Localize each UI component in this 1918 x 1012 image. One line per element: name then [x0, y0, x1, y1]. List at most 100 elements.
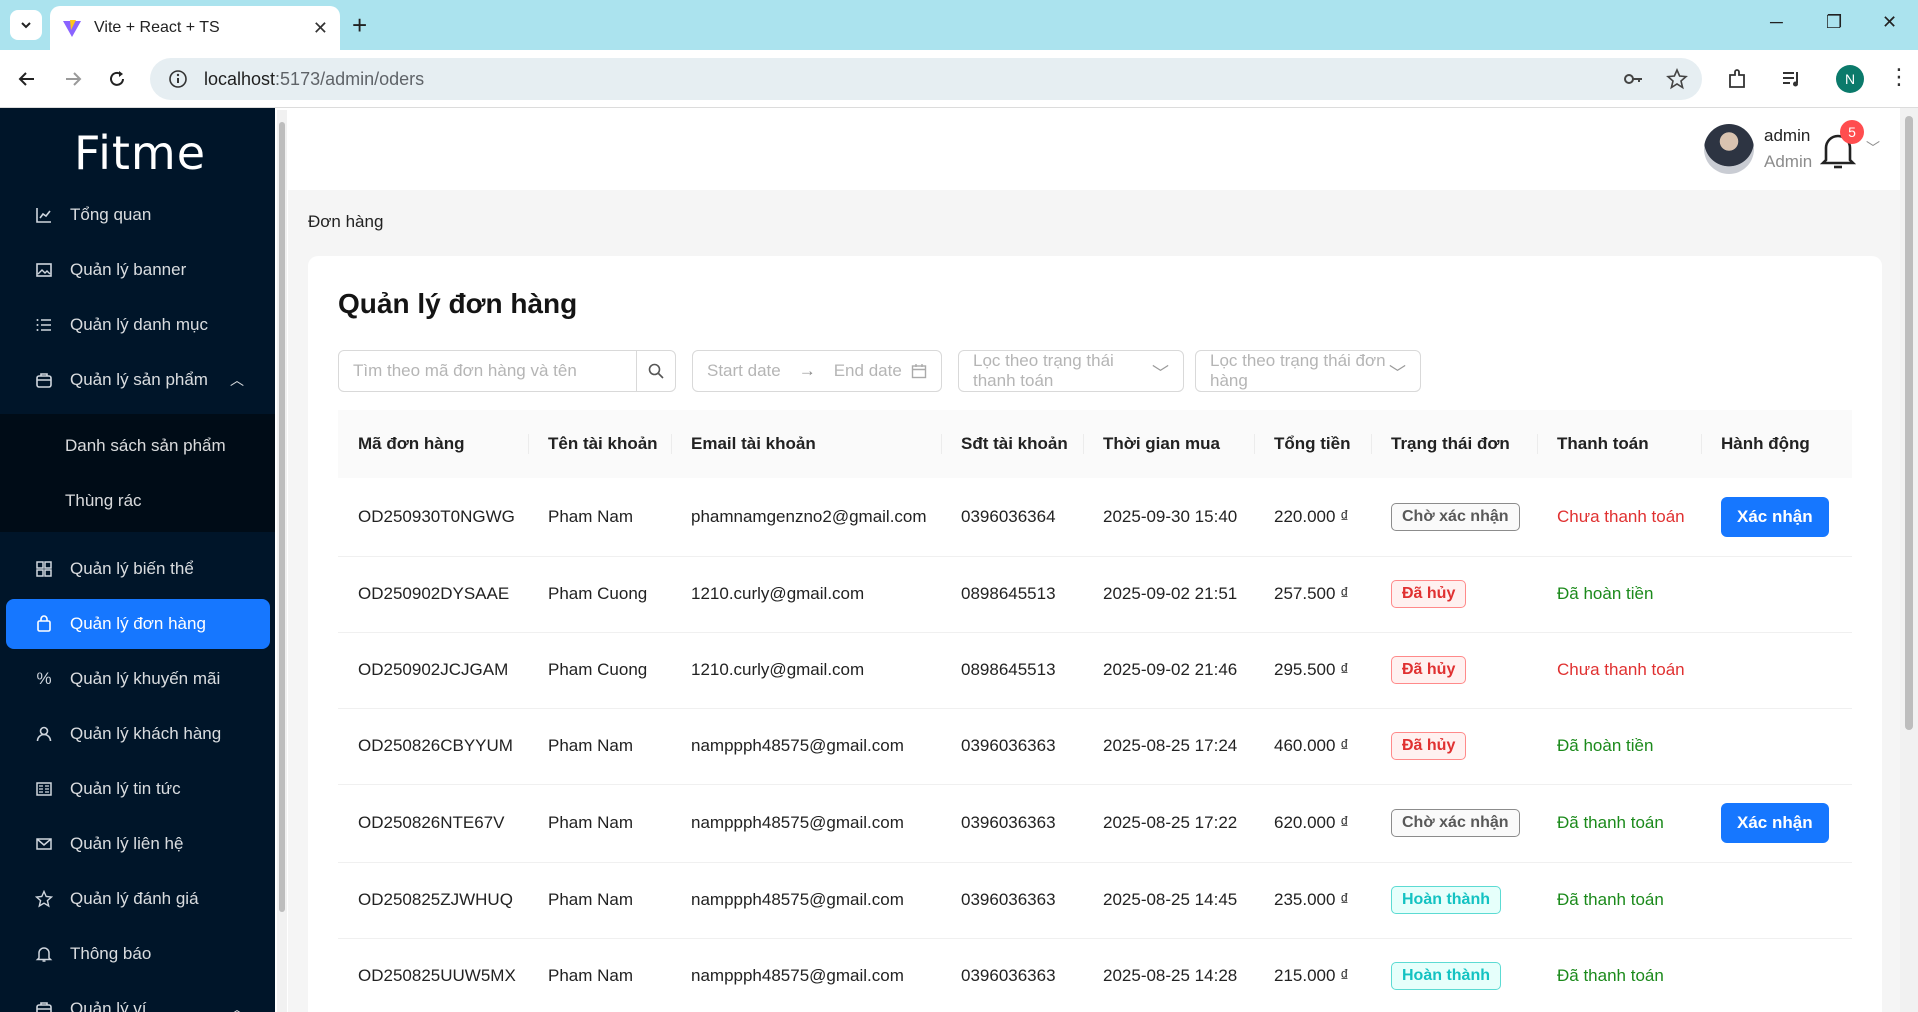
search-input[interactable]	[339, 351, 637, 391]
forward-button[interactable]	[58, 64, 88, 94]
arrow-right-icon: →	[798, 361, 816, 380]
order-status-filter[interactable]: Lọc theo trạng thái đơn hàng ﹀	[1195, 350, 1421, 392]
tab-search-button[interactable]	[10, 10, 42, 40]
app-logo[interactable]: Fitme	[74, 126, 206, 180]
sidebar-item-categories[interactable]: Quản lý danh mục	[6, 300, 270, 350]
chevron-up-icon: ︿	[230, 1001, 244, 1012]
account-phone: 0396036363	[941, 784, 1083, 863]
media-control-icon[interactable]	[1780, 67, 1804, 91]
start-date-input[interactable]: Start date	[707, 361, 781, 381]
payment-status-placeholder: Lọc theo trạng thái thanh toán	[973, 351, 1114, 390]
confirm-button[interactable]: Xác nhận	[1721, 496, 1829, 537]
sidebar-item-overview[interactable]: Tổng quan	[6, 190, 270, 240]
sidebar-item-banner[interactable]: Quản lý banner	[6, 245, 270, 295]
breadcrumb: Đơn hàng	[308, 212, 384, 231]
sidebar-item-contacts[interactable]: Quản lý liên hệ	[6, 819, 270, 869]
sidebar-item-promotions[interactable]: % Quản lý khuyến mãi	[6, 654, 270, 704]
sidebar-item-label: Quản lý danh mục	[70, 315, 208, 334]
status-badge: Đã hủy	[1391, 580, 1467, 608]
account-phone: 0396036363	[941, 938, 1083, 1012]
chevron-up-icon: ︿	[230, 372, 244, 388]
notification-badge: 5	[1840, 120, 1864, 144]
browser-tab[interactable]: Vite + React + TS ✕	[50, 6, 340, 50]
column-header[interactable]: Tên tài khoản	[528, 410, 671, 478]
column-header[interactable]: Trạng thái đơn	[1371, 410, 1537, 478]
action-cell	[1701, 632, 1852, 709]
table-row[interactable]: OD250902JCJGAM Pham Cuong 1210.curly@gma…	[338, 632, 1852, 709]
order-code: OD250902DYSAAE	[338, 556, 528, 633]
bookmark-star-icon[interactable]	[1666, 68, 1688, 90]
confirm-button[interactable]: Xác nhận	[1721, 803, 1829, 843]
extensions-icon[interactable]	[1726, 67, 1750, 91]
column-header[interactable]: Thanh toán	[1537, 410, 1701, 478]
account-name: Pham Cuong	[528, 632, 671, 709]
purchase-time: 2025-08-25 14:45	[1083, 862, 1254, 939]
status-badge: Đã hủy	[1391, 656, 1467, 684]
sidebar-item-orders[interactable]: Quản lý đơn hàng	[6, 599, 270, 649]
user-avatar[interactable]	[1704, 124, 1754, 174]
calendar-icon	[911, 364, 927, 379]
date-range-picker[interactable]: Start date → End date	[692, 350, 942, 392]
payment-status-filter[interactable]: Lọc theo trạng thái thanh toán ﹀	[958, 350, 1184, 392]
sidebar-item-reviews[interactable]: Quản lý đánh giá	[6, 874, 270, 924]
key-icon[interactable]	[1622, 68, 1644, 90]
table-row[interactable]: OD250826CBYYUM Pham Nam namppph48575@gma…	[338, 708, 1852, 785]
column-header[interactable]: Mã đơn hàng	[338, 410, 528, 478]
minimize-icon[interactable]: ─	[1770, 12, 1783, 33]
star-icon	[34, 889, 54, 909]
reload-button[interactable]	[102, 64, 132, 94]
browser-menu-icon[interactable]: ⋮	[1888, 64, 1910, 90]
sidebar-scrollbar[interactable]	[277, 110, 287, 1012]
table-row[interactable]: OD250825UUW5MX Pham Nam namppph48575@gma…	[338, 938, 1852, 1012]
table-row[interactable]: OD250825ZJWHUQ Pham Nam namppph48575@gma…	[338, 862, 1852, 939]
sidebar-item-wallet[interactable]: Quản lý ví ︿	[6, 984, 270, 1012]
column-header[interactable]: Tổng tiền	[1254, 410, 1371, 478]
column-header[interactable]: Thời gian mua	[1083, 410, 1254, 478]
new-tab-button[interactable]: +	[352, 10, 367, 40]
purchase-time: 2025-09-30 15:40	[1083, 478, 1254, 557]
address-bar[interactable]: localhost:5173/admin/oders	[150, 58, 1702, 100]
account-name: Pham Nam	[528, 784, 671, 863]
close-window-icon[interactable]: ✕	[1882, 12, 1897, 33]
restore-icon[interactable]: ❐	[1826, 12, 1842, 33]
arrow-left-icon	[18, 72, 34, 86]
table-row[interactable]: OD250930T0NGWG Pham Nam phamnamgenzno2@g…	[338, 478, 1852, 557]
sidebar-item-news[interactable]: Quản lý tin tức	[6, 764, 270, 814]
table-row[interactable]: OD250826NTE67V Pham Nam namppph48575@gma…	[338, 784, 1852, 863]
sidebar-item-label: Thông báo	[70, 944, 152, 963]
end-date-input[interactable]: End date	[834, 361, 902, 381]
main-scrollbar[interactable]	[1900, 108, 1918, 1012]
column-header[interactable]: Hành động	[1701, 410, 1852, 478]
sidebar-item-products[interactable]: Quản lý sản phẩm ︿	[6, 355, 270, 405]
sidebar-item-notifications[interactable]: Thông báo	[6, 929, 270, 979]
table-row[interactable]: OD250902DYSAAE Pham Cuong 1210.curly@gma…	[338, 556, 1852, 633]
sidebar-item-variants[interactable]: Quản lý biến thể	[6, 544, 270, 594]
action-cell	[1701, 938, 1852, 1012]
user-name[interactable]: admin	[1764, 126, 1810, 146]
site-info-icon[interactable]	[168, 69, 188, 89]
account-name: Pham Nam	[528, 478, 671, 557]
sidebar-subitem-product-list[interactable]: Danh sách sản phẩm	[65, 436, 226, 456]
account-name: Pham Nam	[528, 708, 671, 785]
sidebar-item-customers[interactable]: Quản lý khách hàng	[6, 709, 270, 759]
sidebar-item-label: Quản lý ví	[70, 999, 147, 1012]
payment-status: Đã thanh toán	[1537, 938, 1701, 1012]
column-header[interactable]: Sđt tài khoản	[941, 410, 1083, 478]
account-email: namppph48575@gmail.com	[671, 938, 941, 1012]
sidebar-item-label: Tổng quan	[70, 205, 152, 224]
sidebar-item-label: Quản lý đơn hàng	[70, 614, 206, 633]
order-total: 257.500 ₫	[1254, 556, 1371, 633]
search-button[interactable]	[637, 351, 675, 391]
percent-icon: %	[36, 669, 52, 688]
back-button[interactable]	[12, 64, 42, 94]
vite-logo-icon	[63, 20, 81, 37]
payment-status: Chưa thanh toán	[1537, 478, 1701, 557]
close-tab-icon[interactable]: ✕	[313, 18, 328, 39]
profile-avatar[interactable]: N	[1836, 65, 1864, 93]
order-total: 215.000 ₫	[1254, 938, 1371, 1012]
column-header[interactable]: Email tài khoản	[671, 410, 941, 478]
order-code: OD250825UUW5MX	[338, 938, 528, 1012]
sidebar-subitem-trash[interactable]: Thùng rác	[65, 491, 142, 511]
account-phone: 0898645513	[941, 632, 1083, 709]
chevron-down-icon[interactable]: ﹀	[1866, 138, 1880, 158]
